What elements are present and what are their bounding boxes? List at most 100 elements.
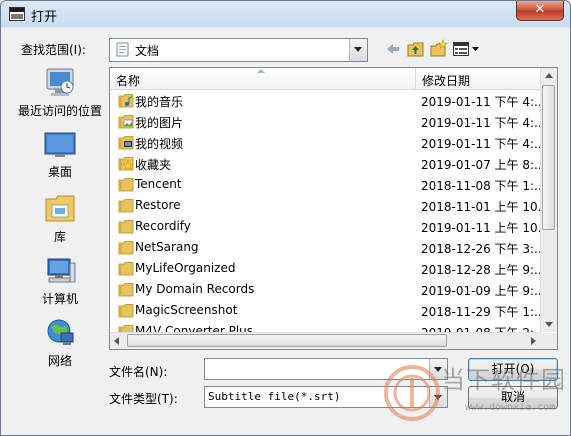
list-item-name: MyLifeOrganized: [135, 261, 236, 275]
file-type-label: 文件类型(T):: [109, 392, 178, 406]
chevron-down-icon[interactable]: [349, 39, 367, 61]
folder-icon: [118, 220, 134, 234]
list-item-date: 2019-01-07 上午 8:..: [421, 158, 542, 172]
list-item[interactable]: MagicScreenshot 2018-11-29 下午 1:..: [110, 300, 542, 321]
horizontal-scroll-thumb[interactable]: [127, 334, 447, 347]
file-type-select[interactable]: Subtitle file(*.srt): [204, 386, 448, 408]
list-item-date: 2018-12-26 下午 3:..: [421, 242, 542, 256]
cancel-button[interactable]: 取消: [468, 386, 558, 409]
list-item[interactable]: 我的视频 2019-01-11 下午 4:..: [110, 132, 542, 153]
window-icon: [9, 7, 25, 21]
place-network-label: 网络: [47, 354, 72, 368]
list-rows: 我的音乐 2019-01-11 下午 4:.. 我的图片 2019-01-11 下午 …: [110, 90, 549, 342]
open-button[interactable]: 打开(O): [468, 358, 558, 381]
list-item-date: 2019-01-11 下午 4:..: [421, 95, 542, 109]
place-desktop-label: 桌面: [47, 165, 72, 179]
list-item-name: Recordify: [135, 219, 191, 233]
desktop-icon: [44, 132, 76, 157]
folder-icon: [118, 199, 134, 213]
back-icon[interactable]: [383, 39, 403, 59]
close-button[interactable]: ✕: [516, 1, 564, 21]
look-in-value: 文档: [135, 44, 160, 58]
list-item-date: 2019-01-11 下午 4:..: [421, 137, 542, 151]
look-in-combo[interactable]: 文档: [109, 38, 368, 62]
list-item[interactable]: MyLifeOrganized 2018-12-28 上午 9:..: [110, 258, 542, 279]
list-item-name: Restore: [135, 198, 181, 212]
folder-icon: [118, 241, 134, 255]
list-item-name: 我的视频: [135, 137, 184, 151]
scroll-up-icon[interactable]: [541, 68, 557, 84]
horizontal-scrollbar[interactable]: [110, 332, 541, 349]
file-type-value: Subtitle file(*.srt): [208, 390, 341, 403]
chevron-down-icon[interactable]: [429, 387, 447, 407]
music-folder-icon: [118, 94, 134, 108]
favorites-folder-icon: [118, 157, 134, 171]
list-item-date: 2019-01-11 上午 10...: [421, 221, 550, 235]
list-item-date: 2019-01-09 上午 9:..: [421, 284, 542, 298]
list-item-name: 我的图片: [135, 116, 184, 130]
recent-places-icon: [46, 68, 74, 96]
place-computer[interactable]: 计算机: [15, 255, 105, 307]
file-name-label: 文件名(N):: [109, 365, 168, 379]
place-recent-label: 最近访问的位置: [17, 104, 102, 118]
file-list[interactable]: 名称 修改日期 我的音乐 2019-01-11 下午 4:.. 我的图片 2019-0…: [109, 67, 558, 350]
list-item-date: 2019-01-11 下午 4:..: [421, 116, 542, 130]
folder-icon: [118, 178, 134, 192]
list-item-name: 收藏夹: [135, 158, 172, 172]
scrollbar-corner: [541, 333, 557, 349]
vertical-scroll-thumb[interactable]: [542, 85, 555, 230]
list-item[interactable]: Tencent 2018-11-08 下午 1:..: [110, 174, 542, 195]
up-folder-icon[interactable]: [406, 39, 426, 59]
documents-folder-icon: [116, 42, 129, 57]
list-item[interactable]: NetSarang 2018-12-26 下午 3:..: [110, 237, 542, 258]
place-network[interactable]: 网络: [15, 317, 105, 369]
open-file-dialog: 打开 ✕ 查找范围(I): 文档 最近访问的位置 桌面 库 计算机 网络 名称 …: [0, 0, 571, 436]
folder-icon: [118, 283, 134, 297]
list-item-date: 2018-11-01 上午 10...: [421, 200, 550, 214]
pictures-folder-icon: [118, 115, 134, 129]
window-title: 打开: [31, 10, 58, 25]
title-bar[interactable]: 打开 ✕: [1, 1, 570, 27]
new-folder-icon[interactable]: [429, 39, 449, 59]
libraries-icon: [45, 195, 75, 222]
folder-icon: [118, 304, 134, 318]
place-desktop[interactable]: 桌面: [15, 132, 105, 180]
place-libraries[interactable]: 库: [15, 193, 105, 245]
scroll-down-icon[interactable]: [541, 316, 557, 332]
list-item[interactable]: Restore 2018-11-01 上午 10...: [110, 195, 549, 216]
network-icon: [47, 319, 74, 345]
column-header-name-label: 名称: [116, 74, 141, 88]
column-header-date-label: 修改日期: [422, 74, 471, 88]
place-recent[interactable]: 最近访问的位置: [15, 67, 105, 119]
look-in-label: 查找范围(I):: [21, 43, 86, 57]
scroll-right-icon[interactable]: [525, 333, 541, 349]
list-item-name: My Domain Records: [135, 282, 255, 296]
list-item[interactable]: Recordify 2019-01-11 上午 10...: [110, 216, 549, 237]
file-name-combo[interactable]: [204, 358, 448, 380]
place-computer-label: 计算机: [41, 292, 78, 306]
place-libraries-label: 库: [53, 230, 66, 244]
videos-folder-icon: [118, 136, 134, 150]
list-item-date: 2018-11-08 下午 1:..: [421, 179, 542, 193]
list-item-name: MagicScreenshot: [135, 303, 238, 317]
list-item[interactable]: 我的音乐 2019-01-11 下午 4:..: [110, 90, 542, 111]
places-bar: 最近访问的位置 桌面 库 计算机 网络: [15, 65, 105, 395]
list-item[interactable]: My Domain Records 2019-01-09 上午 9:..: [110, 279, 542, 300]
list-item-name: 我的音乐: [135, 95, 184, 109]
column-header-name[interactable]: 名称: [110, 68, 416, 89]
chevron-down-icon[interactable]: [429, 359, 447, 379]
vertical-scrollbar[interactable]: [540, 68, 557, 332]
column-header-date[interactable]: 修改日期: [416, 68, 541, 89]
list-item[interactable]: 我的图片 2019-01-11 下午 4:..: [110, 111, 542, 132]
list-item-name: NetSarang: [135, 240, 199, 254]
list-item-date: 2018-12-28 上午 9:..: [421, 263, 542, 277]
sort-ascending-icon: [257, 69, 265, 73]
list-item[interactable]: 收藏夹 2019-01-07 上午 8:..: [110, 153, 542, 174]
list-header: 名称 修改日期: [110, 68, 541, 90]
computer-icon: [47, 258, 76, 283]
scroll-left-icon[interactable]: [110, 333, 126, 349]
list-item-name: Tencent: [135, 177, 182, 191]
list-item-date: 2018-11-29 下午 1:..: [421, 305, 542, 319]
file-name-input[interactable]: [207, 360, 427, 376]
view-menu-icon[interactable]: [452, 39, 480, 59]
